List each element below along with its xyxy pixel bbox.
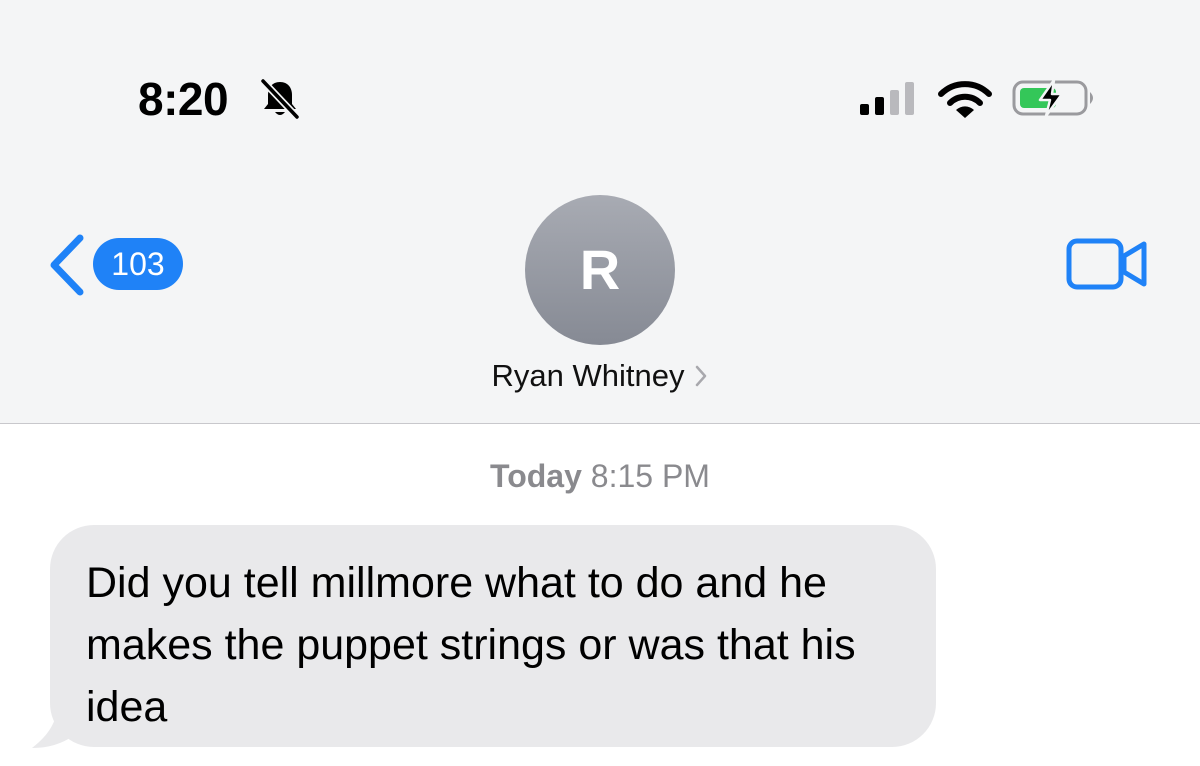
message-timestamp: Today 8:15 PM xyxy=(0,458,1200,495)
contact-avatar[interactable]: R xyxy=(525,195,675,345)
chevron-right-icon xyxy=(696,365,707,387)
status-time: 8:20 xyxy=(138,73,229,125)
unread-count-badge[interactable]: 103 xyxy=(93,238,183,290)
facetime-video-icon[interactable] xyxy=(1066,238,1148,290)
navigation-header: 8:20 103 R Ryan Whitney xyxy=(0,0,1200,424)
wifi-icon xyxy=(938,81,992,118)
contact-name-button[interactable]: Ryan Whitney xyxy=(0,358,1200,394)
contact-name: Ryan Whitney xyxy=(491,358,685,393)
timestamp-day: Today xyxy=(490,458,582,494)
timestamp-time: 8:15 PM xyxy=(590,458,710,494)
message-text: Did you tell millmore what to do and he … xyxy=(86,559,856,731)
battery-charging-icon xyxy=(1012,78,1093,118)
bell-slash-icon xyxy=(260,78,300,120)
chevron-left-icon[interactable] xyxy=(44,232,92,298)
cellular-signal-icon xyxy=(860,82,914,115)
